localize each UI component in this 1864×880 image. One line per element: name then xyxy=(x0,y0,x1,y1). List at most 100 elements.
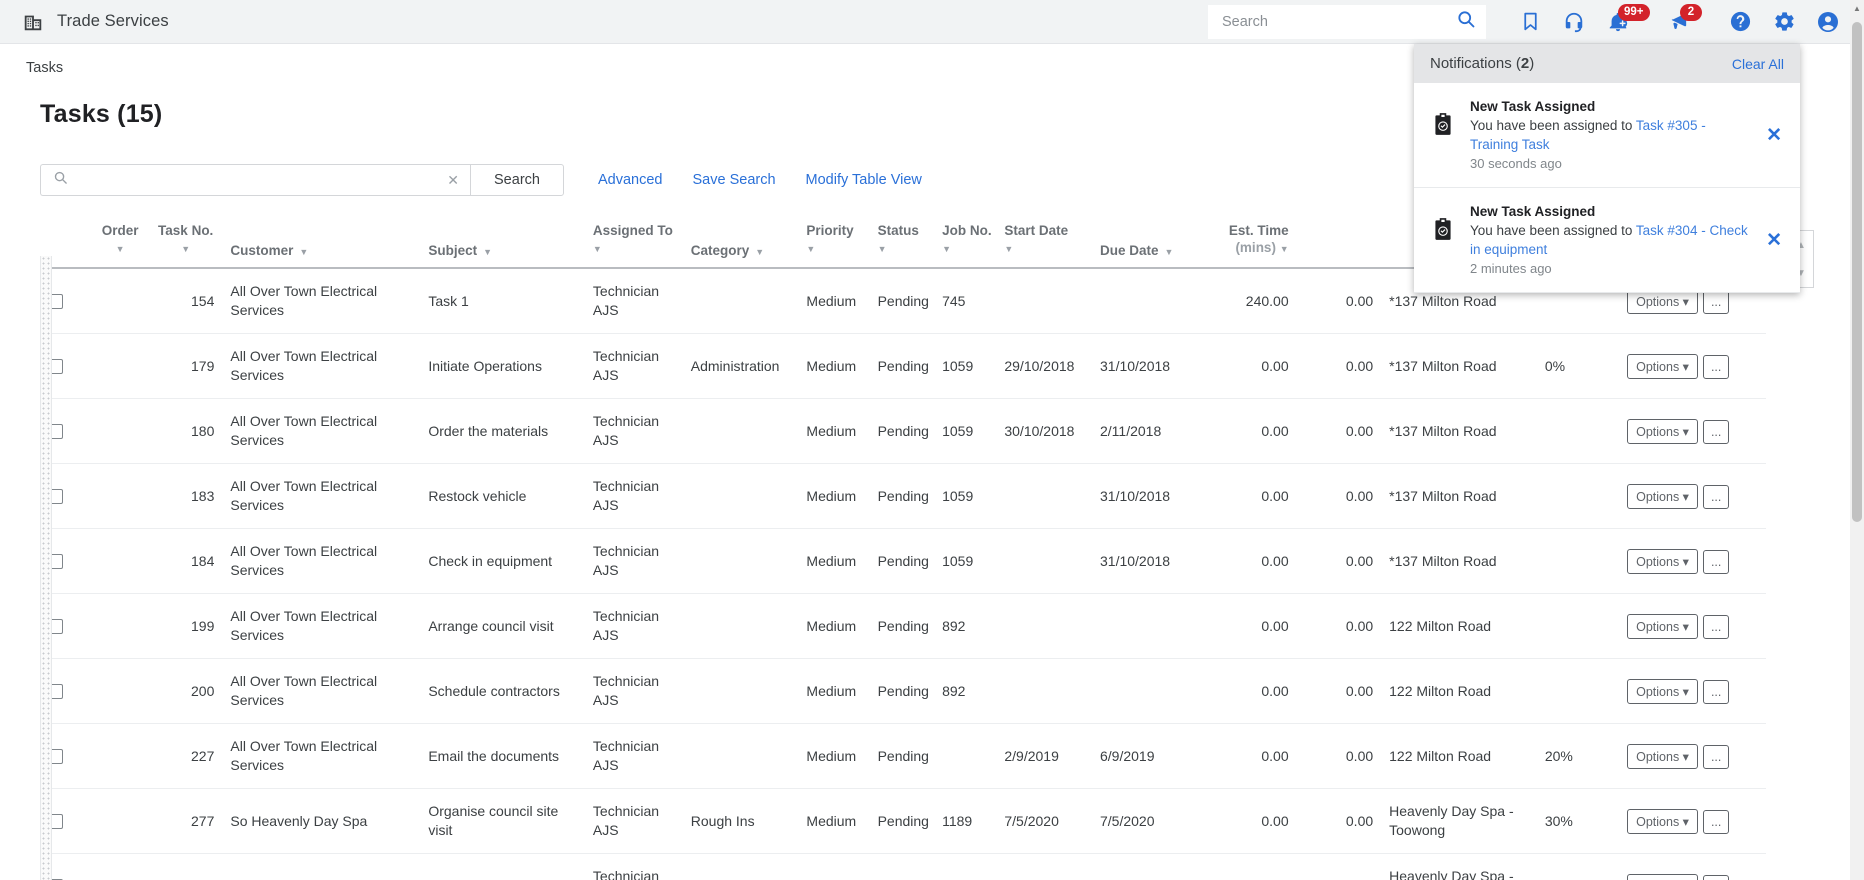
sort-caret-icon[interactable]: ▼ xyxy=(1280,244,1289,254)
cell-assigned-to: Technician AJS xyxy=(584,463,683,529)
table-row[interactable]: 179 All Over Town Electrical Services Init… xyxy=(40,333,1766,399)
sort-caret-icon[interactable]: ▼ xyxy=(942,244,951,254)
headset-icon[interactable] xyxy=(1552,0,1596,44)
table-search-input[interactable] xyxy=(76,172,437,188)
cell-subject: Check in equipment xyxy=(420,528,585,594)
cell-location: *137 Milton Road xyxy=(1381,463,1537,529)
row-options-button[interactable]: Options ▾ xyxy=(1627,873,1698,880)
row-options-button[interactable]: Options ▾ xyxy=(1627,548,1698,574)
table-row[interactable]: 183 All Over Town Electrical Services Rest… xyxy=(40,463,1766,529)
cell-assigned-to: Technician AJS xyxy=(584,788,683,854)
sort-caret-icon[interactable]: ▼ xyxy=(1165,247,1174,257)
cell-customer: All Over Town Electrical Services xyxy=(222,333,421,399)
notification-heading: New Task Assigned xyxy=(1470,99,1596,114)
th-status[interactable]: Status ▼ xyxy=(869,222,935,269)
scroll-up-arrow-icon[interactable]: ▲ xyxy=(1853,4,1861,13)
cell-percent xyxy=(1536,593,1620,659)
row-options-button[interactable]: Options ▾ xyxy=(1627,743,1698,769)
sort-caret-icon[interactable]: ▼ xyxy=(593,244,602,254)
row-more-button[interactable]: ... xyxy=(1702,679,1730,704)
sort-caret-icon[interactable]: ▼ xyxy=(483,247,492,257)
close-x-icon[interactable]: ✕ xyxy=(1762,229,1786,252)
notifications-panel-header: Notifications (2) Clear All xyxy=(1414,44,1800,83)
row-more-button[interactable]: ... xyxy=(1702,549,1730,574)
page-scrollbar[interactable]: ▲ xyxy=(1850,0,1864,880)
row-options-button[interactable]: Options ▾ xyxy=(1627,678,1698,704)
table-row[interactable]: 199 All Over Town Electrical Services Arra… xyxy=(40,593,1766,659)
table-row[interactable]: 227 All Over Town Electrical Services Emai… xyxy=(40,723,1766,789)
help-icon[interactable] xyxy=(1718,0,1762,44)
row-more-button[interactable]: ... xyxy=(1702,809,1730,834)
cell-job-no: 1189 xyxy=(934,853,997,880)
table-row[interactable]: 278So Heavenly Day SpaSchedule contracto… xyxy=(40,853,1766,880)
sort-caret-icon[interactable]: ▼ xyxy=(878,244,887,254)
announcement-megaphone-icon[interactable]: 2 xyxy=(1658,0,1702,44)
row-options-button[interactable]: Options ▾ xyxy=(1627,483,1698,509)
notification-item[interactable]: New Task Assigned You have been assigned … xyxy=(1414,188,1800,293)
sort-caret-icon[interactable]: ▼ xyxy=(181,244,190,254)
save-search-link[interactable]: Save Search xyxy=(693,172,776,188)
row-more-button[interactable]: ... xyxy=(1702,419,1730,444)
global-search-input[interactable] xyxy=(1222,13,1456,30)
bookmark-icon[interactable] xyxy=(1508,0,1552,44)
cell-due-date: 2/11/2018 xyxy=(1092,398,1195,464)
cell-percent: 80% xyxy=(1536,853,1620,880)
table-row[interactable]: 180 All Over Town Electrical Services Orde… xyxy=(40,398,1766,464)
sort-caret-icon[interactable]: ▼ xyxy=(299,247,308,257)
th-subject[interactable]: Subject ▼ xyxy=(420,222,585,269)
sort-caret-icon[interactable]: ▼ xyxy=(806,244,815,254)
row-options-button[interactable]: Options ▾ xyxy=(1627,353,1698,379)
th-priority[interactable]: Priority ▼ xyxy=(798,222,870,269)
th-job-no[interactable]: Job No. ▼ xyxy=(934,222,997,269)
th-order-label: Order xyxy=(101,223,139,238)
brand[interactable]: Trade Services xyxy=(0,11,169,33)
row-more-button[interactable]: ... xyxy=(1702,614,1730,639)
cell-category: Rough Ins xyxy=(682,788,799,854)
clear-all-link[interactable]: Clear All xyxy=(1732,56,1784,72)
cell-est-time: 0.00 xyxy=(1194,593,1297,659)
th-order[interactable]: Order ▼ xyxy=(91,222,149,269)
row-more-button[interactable]: ... xyxy=(1702,354,1730,379)
settings-gear-icon[interactable] xyxy=(1762,0,1806,44)
row-options-button[interactable]: Options ▾ xyxy=(1627,808,1698,834)
row-more-button[interactable]: ... xyxy=(1702,289,1730,314)
table-search-field[interactable]: ✕ xyxy=(40,164,470,196)
search-button[interactable]: Search xyxy=(470,164,564,196)
search-icon[interactable] xyxy=(1456,9,1476,34)
row-options-button[interactable]: Options ▾ xyxy=(1627,418,1698,444)
row-more-button[interactable]: ... xyxy=(1702,484,1730,509)
cell-category xyxy=(682,658,799,724)
cell-due-date: 31/10/2018 xyxy=(1092,333,1195,399)
th-category[interactable]: Category ▼ xyxy=(682,222,799,269)
cell-category: Administration xyxy=(682,333,799,399)
th-start-date[interactable]: Start Date ▼ xyxy=(996,222,1092,269)
clear-x-icon[interactable]: ✕ xyxy=(444,172,462,189)
th-est-time[interactable]: Est. Time (mins) ▼ xyxy=(1194,222,1297,269)
th-assigned-to[interactable]: Assigned To ▼ xyxy=(584,222,683,269)
sort-caret-icon[interactable]: ▼ xyxy=(755,247,764,257)
row-more-button[interactable]: ... xyxy=(1702,744,1730,769)
cell-percent xyxy=(1536,398,1620,464)
advanced-search-link[interactable]: Advanced xyxy=(598,172,663,188)
page-scrollbar-thumb[interactable] xyxy=(1852,22,1862,522)
th-due-date[interactable]: Due Date ▼ xyxy=(1092,222,1195,269)
table-row[interactable]: 184 All Over Town Electrical Services Chec… xyxy=(40,528,1766,594)
notification-item[interactable]: New Task Assigned You have been assigned … xyxy=(1414,83,1800,188)
row-more-button[interactable]: ... xyxy=(1702,874,1730,880)
cell-priority: Medium xyxy=(798,528,870,594)
th-task-no[interactable]: Task No. ▼ xyxy=(148,222,223,269)
modify-table-view-link[interactable]: Modify Table View xyxy=(806,172,922,188)
th-customer[interactable]: Customer ▼ xyxy=(222,222,421,269)
row-options-button[interactable]: Options ▾ xyxy=(1627,613,1698,639)
table-row[interactable]: 200 All Over Town Electrical Services Sche… xyxy=(40,658,1766,724)
global-search[interactable] xyxy=(1208,4,1486,39)
sort-caret-icon[interactable]: ▼ xyxy=(1004,244,1013,254)
sort-caret-icon[interactable]: ▼ xyxy=(116,244,125,254)
table-row[interactable]: 277 So Heavenly Day Spa Organise council s… xyxy=(40,788,1766,854)
row-drag-gutter[interactable] xyxy=(40,256,52,880)
cell-location: Heavenly Day Spa - Toowong xyxy=(1381,788,1537,854)
account-avatar-icon[interactable] xyxy=(1806,0,1850,44)
notifications-bell-icon[interactable]: 99+ xyxy=(1596,0,1650,44)
close-x-icon[interactable]: ✕ xyxy=(1762,124,1786,147)
cell-est-time: 0.00 xyxy=(1194,658,1297,724)
